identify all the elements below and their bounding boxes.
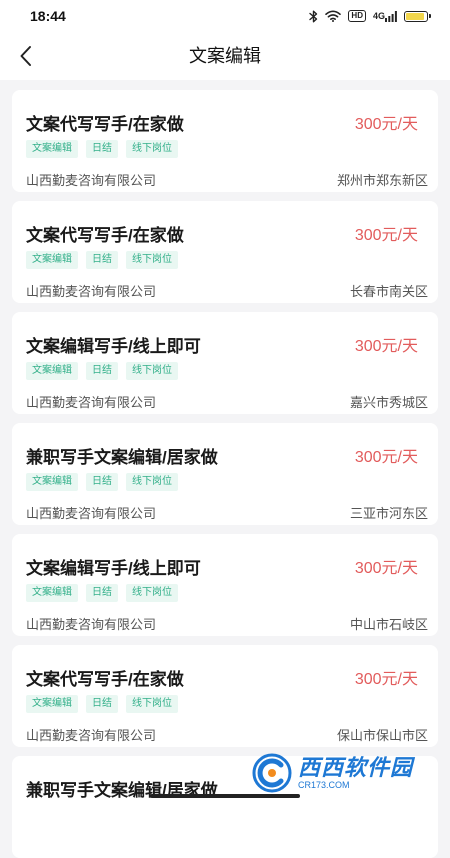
job-salary: 300元/天 bbox=[354, 560, 418, 577]
job-tags: 文案编辑 日结 线下岗位 bbox=[26, 584, 178, 602]
job-tag: 文案编辑 bbox=[26, 584, 78, 602]
job-tags: 文案编辑 日结 线下岗位 bbox=[26, 695, 178, 713]
home-indicator[interactable] bbox=[150, 794, 300, 798]
job-title: 文案代写写手/在家做 bbox=[26, 115, 184, 134]
watermark-text: 西西软件园 CR173.COM bbox=[298, 754, 414, 790]
job-tag: 日结 bbox=[86, 695, 118, 713]
job-tag: 日结 bbox=[86, 140, 118, 158]
job-tag: 日结 bbox=[86, 362, 118, 380]
job-tag: 日结 bbox=[86, 251, 118, 269]
battery-icon bbox=[404, 10, 431, 22]
chevron-left-icon bbox=[20, 46, 31, 66]
job-title: 文案编辑写手/线上即可 bbox=[26, 337, 201, 356]
job-card[interactable]: 文案代写写手/在家做 300元/天 文案编辑 日结 线下岗位 山西勤麦咨询有限公司 保山市保… bbox=[12, 645, 438, 747]
company-name: 山西勤麦咨询有限公司 bbox=[26, 395, 157, 410]
network-type-label: 4G bbox=[372, 11, 385, 21]
job-tag: 线下岗位 bbox=[126, 251, 178, 269]
job-title: 文案代写写手/在家做 bbox=[26, 670, 184, 689]
job-tags: 文案编辑 日结 线下岗位 bbox=[26, 362, 178, 380]
status-icons: HD 4G bbox=[309, 10, 431, 23]
job-tag: 文案编辑 bbox=[26, 140, 78, 158]
company-name: 山西勤麦咨询有限公司 bbox=[26, 506, 157, 521]
job-tag: 文案编辑 bbox=[26, 362, 78, 380]
job-salary: 300元/天 bbox=[354, 116, 418, 133]
page-title: 文案编辑 bbox=[189, 46, 261, 66]
hd-badge: HD bbox=[348, 10, 366, 22]
company-name: 山西勤麦咨询有限公司 bbox=[26, 617, 157, 632]
back-button[interactable] bbox=[12, 42, 40, 70]
job-card[interactable]: 文案代写写手/在家做 300元/天 文案编辑 日结 线下岗位 山西勤麦咨询有限公司 郑州市郑… bbox=[12, 90, 438, 192]
job-tags: 文案编辑 日结 线下岗位 bbox=[26, 251, 178, 269]
job-location: 中山市石岐区 bbox=[349, 617, 428, 632]
job-tag: 文案编辑 bbox=[26, 695, 78, 713]
job-tag: 线下岗位 bbox=[126, 362, 178, 380]
wifi-icon bbox=[325, 10, 342, 22]
job-tag: 线下岗位 bbox=[126, 473, 178, 491]
company-name: 山西勤麦咨询有限公司 bbox=[26, 728, 157, 743]
job-tag: 日结 bbox=[86, 584, 118, 602]
job-tags: 文案编辑 日结 线下岗位 bbox=[26, 140, 178, 158]
bluetooth-icon bbox=[309, 10, 318, 23]
job-location: 三亚市河东区 bbox=[349, 506, 428, 521]
watermark-logo-icon bbox=[252, 753, 292, 793]
job-card[interactable]: 文案代写写手/在家做 300元/天 文案编辑 日结 线下岗位 山西勤麦咨询有限公司 长春市南… bbox=[12, 201, 438, 303]
battery-level-fill bbox=[406, 12, 424, 20]
job-tags: 文案编辑 日结 线下岗位 bbox=[26, 473, 178, 491]
job-location: 长春市南关区 bbox=[349, 284, 428, 299]
job-card[interactable]: 兼职写手文案编辑/居家做 300元/天 文案编辑 日结 线下岗位 山西勤麦咨询有限公司 三亚… bbox=[12, 423, 438, 525]
job-salary: 300元/天 bbox=[354, 227, 418, 244]
job-location: 保山市保山市区 bbox=[336, 728, 428, 743]
job-tag: 日结 bbox=[86, 473, 118, 491]
job-salary: 300元/天 bbox=[354, 671, 418, 688]
signal-icon: 4G bbox=[372, 10, 397, 22]
job-tag: 线下岗位 bbox=[126, 584, 178, 602]
job-title: 文案代写写手/在家做 bbox=[26, 226, 184, 245]
job-title: 文案编辑写手/线上即可 bbox=[26, 559, 201, 578]
watermark-brand: 西西软件园 bbox=[298, 754, 414, 780]
job-salary: 300元/天 bbox=[354, 449, 418, 466]
watermark: 西西软件园 CR173.COM bbox=[252, 752, 442, 794]
nav-bar: 文案编辑 bbox=[0, 32, 450, 80]
job-salary: 300元/天 bbox=[354, 338, 418, 355]
job-card[interactable]: 文案编辑写手/线上即可 300元/天 文案编辑 日结 线下岗位 山西勤麦咨询有限公司 中山市… bbox=[12, 534, 438, 636]
job-location: 郑州市郑东新区 bbox=[336, 173, 428, 188]
job-tag: 文案编辑 bbox=[26, 251, 78, 269]
status-bar: 18:44 HD 4G bbox=[0, 0, 450, 32]
company-name: 山西勤麦咨询有限公司 bbox=[26, 284, 157, 299]
status-time: 18:44 bbox=[30, 8, 66, 24]
job-tag: 文案编辑 bbox=[26, 473, 78, 491]
job-title: 兼职写手文案编辑/居家做 bbox=[26, 448, 218, 467]
company-name: 山西勤麦咨询有限公司 bbox=[26, 173, 157, 188]
job-tag: 线下岗位 bbox=[126, 695, 178, 713]
job-card[interactable]: 文案编辑写手/线上即可 300元/天 文案编辑 日结 线下岗位 山西勤麦咨询有限公司 嘉兴市… bbox=[12, 312, 438, 414]
watermark-url: CR173.COM bbox=[298, 779, 350, 790]
job-location: 嘉兴市秀城区 bbox=[349, 395, 428, 410]
job-tag: 线下岗位 bbox=[126, 140, 178, 158]
